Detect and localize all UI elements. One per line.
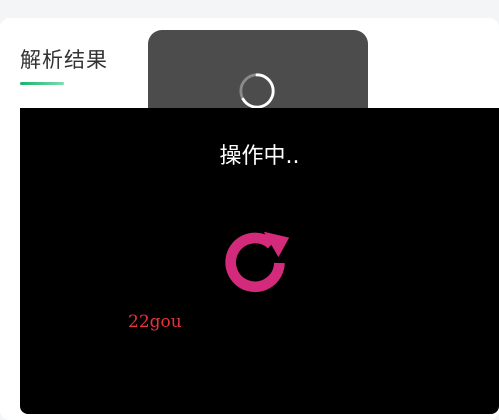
title-underline [20,82,64,85]
video-player[interactable]: 操作中.. 22gou [20,108,499,414]
page-title: 解析结果 [20,48,108,72]
watermark-text: 22gou [128,312,182,332]
reload-icon[interactable] [218,224,296,302]
loading-label: 操作中.. [219,144,300,169]
loading-spinner-icon [239,73,275,109]
